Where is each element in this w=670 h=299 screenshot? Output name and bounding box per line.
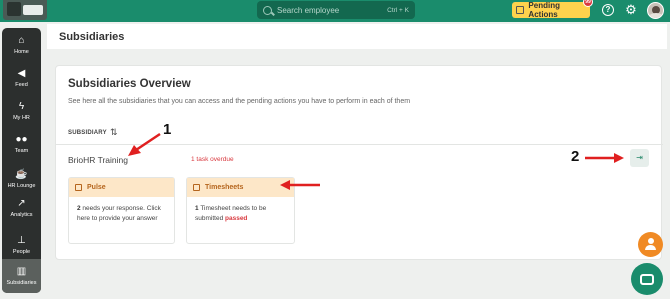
sidebar-item-label: Home: [14, 49, 29, 55]
sort-icon[interactable]: ⇅: [110, 127, 118, 138]
column-header-subsidiary: SUBSIDIARY: [68, 130, 107, 136]
annotation-number-1: 1: [163, 121, 172, 138]
annotation-number-2: 2: [571, 148, 580, 165]
top-bar: Search employee Ctrl + K Pending Actions…: [0, 0, 670, 22]
sidebar-item-team[interactable]: ●● Team: [2, 127, 41, 161]
coffee-icon: ☕: [15, 169, 28, 180]
enter-subsidiary-button[interactable]: ⇥: [630, 149, 649, 167]
pending-actions-label: Pending Actions: [528, 1, 560, 19]
logo-wordmark: [23, 5, 43, 15]
pulse-tile-title: Pulse: [87, 184, 106, 191]
logo-mark: [7, 2, 21, 16]
sidebar-item-label: Analytics: [10, 212, 33, 218]
subsidiary-name: BrioHR Training: [68, 155, 128, 165]
sidebar-item-feed[interactable]: ◀ Feed: [2, 61, 41, 95]
sidebar-item-label: Feed: [15, 82, 28, 88]
chat-fab-button[interactable]: [631, 263, 663, 295]
card-title: Subsidiaries Overview: [68, 78, 191, 90]
timesheets-tile[interactable]: Timesheets 1 Timesheet needs to be submi…: [186, 177, 295, 244]
pulse-tile-body: 2 needs your response. Click here to pro…: [69, 197, 174, 231]
sidebar-item-subsidiaries[interactable]: ▥ Subsidiaries: [2, 259, 41, 293]
overdue-status: 1 task overdue: [191, 156, 234, 163]
timesheet-icon: [193, 184, 200, 191]
pending-count-badge: 99: [583, 0, 593, 7]
search-input[interactable]: Search employee Ctrl + K: [257, 1, 415, 19]
help-icon[interactable]: ?: [602, 4, 614, 16]
pulse-text: needs your response. Click here to provi…: [77, 205, 161, 222]
sidebar-item-label: People: [12, 249, 31, 255]
sidebar: ⌂ Home ◀ Feed ϟ My HR ●● Team ☕ HR Loung…: [2, 28, 41, 293]
search-placeholder: Search employee: [277, 5, 340, 15]
divider: [56, 144, 663, 145]
clipboard-icon: [516, 6, 525, 14]
page-title: Subsidiaries: [59, 31, 125, 43]
sidebar-item-home[interactable]: ⌂ Home: [2, 28, 41, 62]
sidebar-item-label: My HR: [13, 115, 30, 121]
search-icon: [263, 5, 272, 15]
sidebar-item-my-hr[interactable]: ϟ My HR: [2, 94, 41, 128]
gear-icon[interactable]: ⚙: [624, 2, 638, 18]
avatar-body: [649, 13, 663, 18]
pulse-icon: [75, 184, 82, 191]
sidebar-item-people[interactable]: ⊥ People: [2, 228, 41, 262]
search-shortcut: Ctrl + K: [387, 6, 409, 14]
home-icon: ⌂: [18, 35, 25, 46]
pulse-tile-header: Pulse: [69, 178, 174, 197]
person-icon: [647, 238, 654, 244]
team-icon: ●●: [15, 134, 28, 145]
timesheets-tile-header: Timesheets: [187, 178, 294, 197]
card-subtitle: See here all the subsidiaries that you c…: [68, 98, 411, 105]
sidebar-item-label: Team: [14, 148, 29, 154]
sidebar-item-label: HR Lounge: [7, 183, 36, 189]
megaphone-icon: ◀: [17, 68, 26, 79]
sidebar-item-analytics[interactable]: ↗ Analytics: [2, 191, 41, 225]
person-body: [645, 245, 656, 250]
timesheets-tile-body: 1 Timesheet needs to be submitted passed: [187, 197, 294, 231]
company-logo[interactable]: [3, 0, 47, 20]
bolt-icon: ϟ: [18, 101, 25, 112]
timesheets-tile-title: Timesheets: [205, 184, 244, 191]
timesheets-status: passed: [225, 215, 248, 222]
page-header: Subsidiaries: [47, 24, 667, 49]
sidebar-item-label: Subsidiaries: [6, 280, 37, 286]
avatar[interactable]: [647, 2, 664, 19]
chat-icon: [640, 273, 654, 285]
profile-fab-button[interactable]: [638, 232, 663, 257]
pending-actions-button[interactable]: Pending Actions: [512, 1, 590, 19]
chart-icon: ↗: [17, 198, 26, 209]
org-chart-icon: ⊥: [17, 235, 26, 246]
building-icon: ▥: [16, 266, 27, 277]
pulse-tile[interactable]: Pulse 2 needs your response. Click here …: [68, 177, 175, 244]
